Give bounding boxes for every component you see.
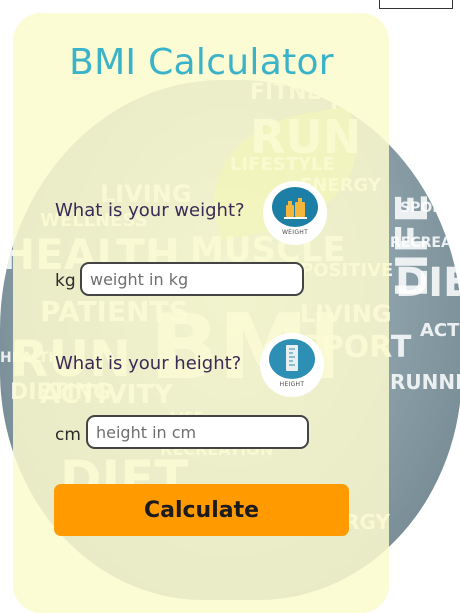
- weight-question-label: What is your weight?: [55, 200, 245, 221]
- height-input[interactable]: [86, 415, 309, 449]
- top-right-box: [379, 0, 453, 9]
- weight-badge-label: WEIGHT: [281, 229, 309, 236]
- height-question-label: What is your height?: [55, 353, 242, 374]
- weight-input[interactable]: [80, 262, 304, 296]
- background-word: DIET: [395, 260, 460, 306]
- weight-badge: WEIGHT: [266, 184, 324, 242]
- background-word: ACTIVE: [420, 320, 460, 341]
- page-title: BMI Calculator: [69, 42, 334, 83]
- background-word: SPORT: [400, 200, 452, 216]
- calculate-button[interactable]: Calculate: [54, 484, 349, 536]
- background-word: RECREATION: [390, 235, 460, 251]
- height-badge: HEIGHT: [263, 336, 321, 394]
- weight-unit-label: kg: [55, 271, 76, 291]
- height-icon: [269, 339, 315, 379]
- background-word: RUNNING: [390, 370, 460, 394]
- height-unit-label: cm: [55, 425, 81, 445]
- weight-icon: [272, 187, 318, 227]
- height-badge-label: HEIGHT: [279, 381, 305, 388]
